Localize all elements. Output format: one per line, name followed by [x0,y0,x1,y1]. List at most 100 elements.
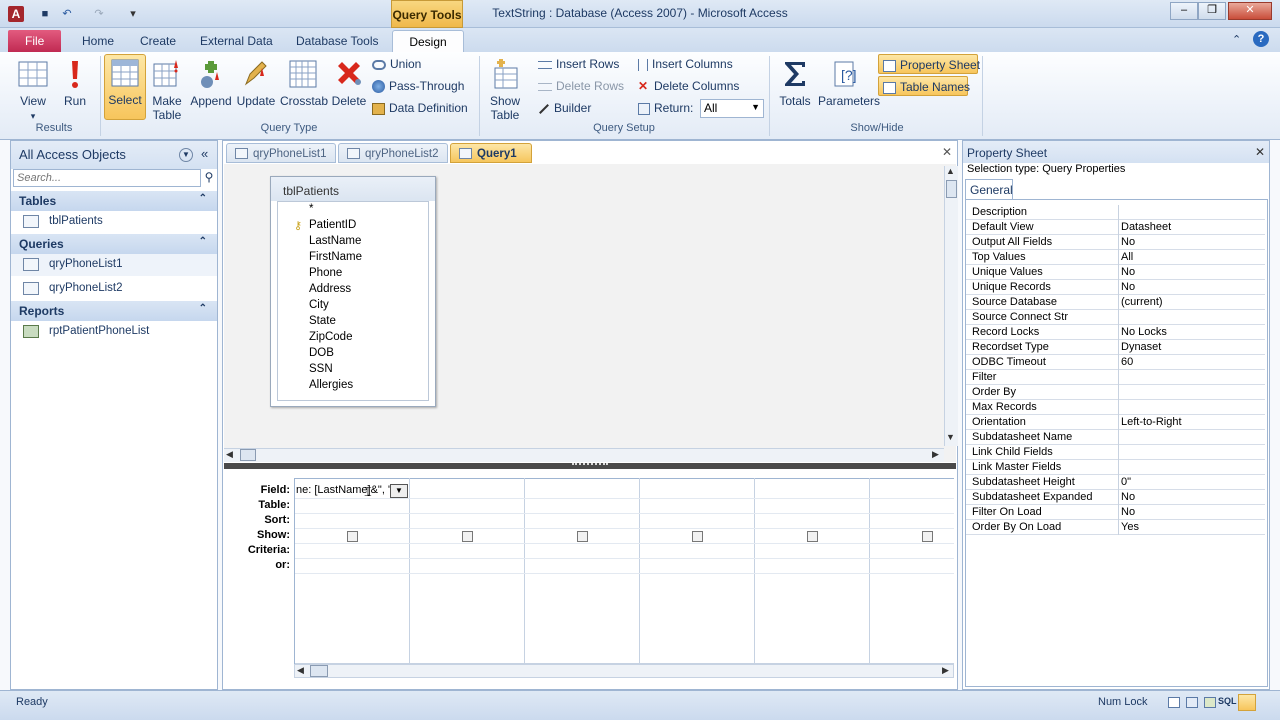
nav-item-rptpatientphonelist[interactable]: rptPatientPhoneList [11,321,217,343]
property-row[interactable]: Top Values All [966,250,1265,265]
field-list-item[interactable]: * [309,203,313,215]
delete-query-button[interactable]: Delete [330,56,368,120]
close-document-icon[interactable]: ✕ [942,145,952,159]
nav-section-tables[interactable]: Tables ⌃ [11,191,217,211]
field-list-title[interactable]: tblPatients [271,177,435,201]
tab-external-data[interactable]: External Data [192,30,281,52]
field-list-item[interactable]: DOB [309,347,334,359]
property-row[interactable]: Link Master Fields [966,460,1265,475]
shutter-bar-collapse-icon[interactable]: « [201,146,208,161]
property-row[interactable]: ODBC Timeout 60 [966,355,1265,370]
update-button[interactable]: Update [234,56,278,120]
property-row[interactable]: Filter [966,370,1265,385]
property-row[interactable]: Default View Datasheet [966,220,1265,235]
field-list-item[interactable]: Allergies [309,379,353,391]
field-list-item[interactable]: LastName [309,235,361,247]
field-list-item[interactable]: State [309,315,336,327]
scroll-left-icon[interactable]: ◀ [226,449,233,460]
property-value[interactable]: No Locks [1121,325,1167,340]
minimize-button[interactable]: – [1170,2,1198,20]
doc-tab-qryphonelist2[interactable]: qryPhoneList2 [338,143,448,163]
field-list-tblpatients[interactable]: tblPatients [270,176,436,407]
property-row[interactable]: Unique Values No [966,265,1265,280]
grid-column-4[interactable] [640,478,755,664]
property-value[interactable]: All [1121,250,1133,265]
datasheet-view-icon[interactable] [1168,697,1180,708]
property-row[interactable]: Source Database (current) [966,295,1265,310]
property-row[interactable]: Orientation Left-to-Right [966,415,1265,430]
property-value[interactable]: No [1121,235,1135,250]
property-row[interactable]: Record Locks No Locks [966,325,1265,340]
property-row[interactable]: Max Records [966,400,1265,415]
table-pane-vertical-scrollbar[interactable] [944,166,958,446]
grid-column-2[interactable] [410,478,525,664]
property-value[interactable]: No [1121,505,1135,520]
nav-section-queries[interactable]: Queries ⌃ [11,234,217,254]
show-checkbox-6[interactable] [922,531,933,542]
grid-horizontal-scrollbar[interactable] [294,664,954,678]
scroll-left-icon[interactable]: ◀ [297,665,304,676]
property-row[interactable]: Order By On Load Yes [966,520,1265,535]
select-query-button[interactable]: Select [104,54,146,120]
scroll-up-icon[interactable]: ▲ [946,166,955,176]
show-table-button[interactable]: Show Table [484,56,526,122]
property-row[interactable]: Subdatasheet Height 0" [966,475,1265,490]
scroll-thumb[interactable] [310,665,328,677]
property-row[interactable]: Subdatasheet Expanded No [966,490,1265,505]
nav-item-tblpatients[interactable]: tblPatients [11,211,217,233]
property-value[interactable]: (current) [1121,295,1163,310]
table-pane-horizontal-scrollbar[interactable] [224,448,944,462]
minimize-ribbon-icon[interactable]: ⌃ [1232,33,1241,46]
grid-column-3[interactable] [525,478,640,664]
property-row[interactable]: Link Child Fields [966,445,1265,460]
property-row[interactable]: Output All Fields No [966,235,1265,250]
pivotchart-view-icon[interactable] [1204,697,1216,708]
totals-button[interactable]: Totals [774,56,816,120]
insert-columns-button[interactable]: Insert Columns [638,54,733,74]
property-value[interactable]: Left-to-Right [1121,415,1182,430]
tab-home[interactable]: Home [74,30,122,52]
run-button[interactable]: Run [58,56,92,120]
show-checkbox-5[interactable] [807,531,818,542]
insert-rows-button[interactable]: Insert Rows [538,54,619,74]
property-value[interactable]: 60 [1121,355,1133,370]
property-value[interactable]: No [1121,490,1135,505]
return-dropdown[interactable]: All ▼ [700,99,764,118]
delete-columns-button[interactable]: ✕ Delete Columns [638,76,739,96]
property-row[interactable]: Unique Records No [966,280,1265,295]
tab-create[interactable]: Create [132,30,184,52]
data-definition-button[interactable]: Data Definition [372,98,468,118]
show-checkbox-4[interactable] [692,531,703,542]
scroll-thumb[interactable] [240,449,256,461]
builder-button[interactable]: Builder [538,98,591,118]
show-checkbox-2[interactable] [462,531,473,542]
property-row[interactable]: Description [966,205,1265,220]
field-list-item[interactable]: SSN [309,363,333,375]
doc-tab-query1[interactable]: Query1 [450,143,532,163]
union-button[interactable]: Union [372,54,421,74]
nav-menu-chevron-icon[interactable]: ▼ [179,148,193,162]
tab-general[interactable]: General [965,179,1013,199]
grid-column-1[interactable] [295,478,410,664]
field-list-item[interactable]: FirstName [309,251,362,263]
property-row[interactable]: Subdatasheet Name [966,430,1265,445]
field-list-item[interactable]: Address [309,283,351,295]
property-row[interactable]: Recordset Type Dynaset [966,340,1265,355]
grid-column-6[interactable] [870,478,954,664]
view-button[interactable]: View ▾ [12,56,54,121]
crosstab-button[interactable]: Crosstab [280,56,328,120]
nav-search-input[interactable] [13,169,201,187]
property-value[interactable]: Dynaset [1121,340,1161,355]
property-value[interactable]: No [1121,280,1135,295]
close-property-sheet-icon[interactable]: ✕ [1255,145,1265,159]
append-button[interactable]: Append [190,56,232,120]
property-row[interactable]: Source Connect Str [966,310,1265,325]
delete-rows-button[interactable]: Delete Rows [538,76,624,96]
scroll-down-icon[interactable]: ▼ [946,432,955,442]
property-row[interactable]: Order By [966,385,1265,400]
scroll-thumb[interactable] [946,180,957,198]
field-list-item[interactable]: ZipCode [309,331,352,343]
sql-view-button[interactable]: SQL [1218,696,1237,706]
table-names-button[interactable]: Table Names [878,76,970,96]
nav-section-reports[interactable]: Reports ⌃ [11,301,217,321]
